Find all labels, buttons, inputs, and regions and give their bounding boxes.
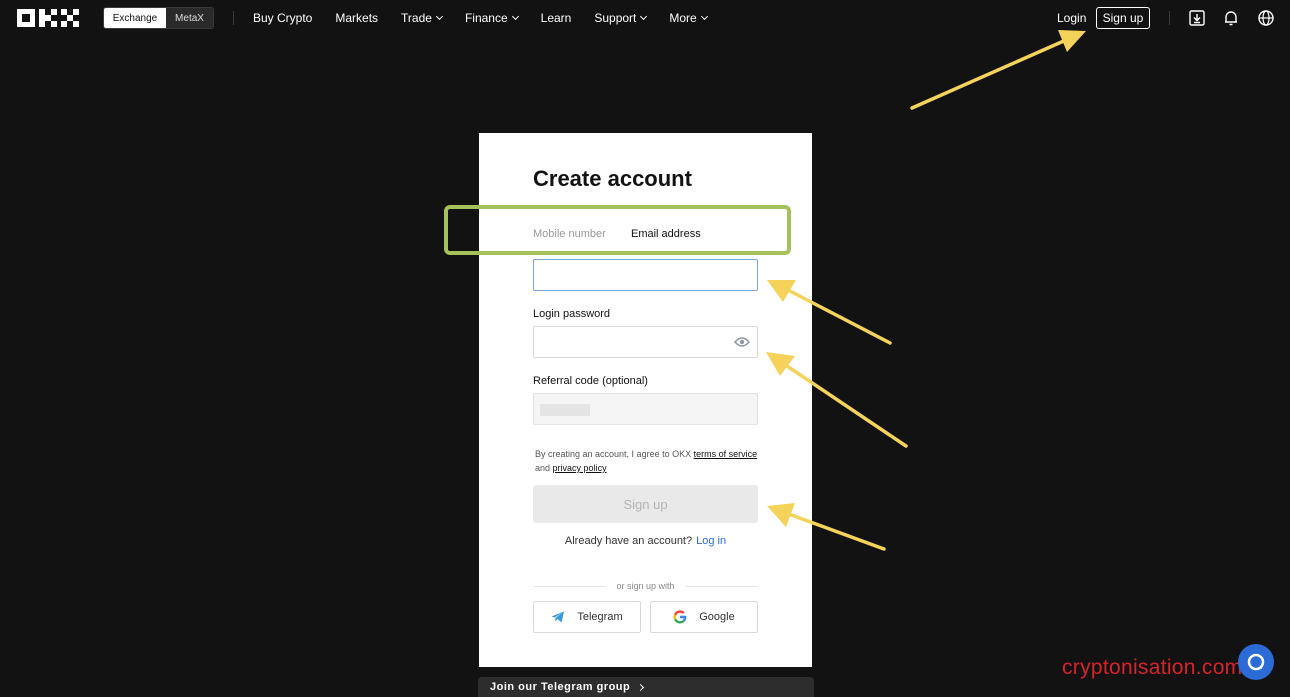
nav-buy-crypto[interactable]: Buy Crypto — [253, 11, 312, 25]
bell-icon[interactable] — [1222, 9, 1240, 27]
already-have-account: Already have an account? Log in — [564, 535, 727, 547]
nav-support[interactable]: Support — [594, 11, 648, 25]
nav-divider — [233, 11, 234, 25]
chevron-right-icon — [637, 683, 645, 691]
download-icon[interactable] — [1188, 9, 1206, 27]
telegram-banner[interactable]: Join our Telegram group — [478, 677, 814, 697]
arrow-to-signup-nav — [910, 30, 1086, 110]
top-nav: Exchange MetaX Buy Crypto Markets Trade … — [0, 0, 1290, 36]
nav-markets[interactable]: Markets — [335, 11, 378, 25]
telegram-icon — [551, 611, 565, 623]
or-sign-up-with: or sign up with — [616, 581, 675, 591]
nav-divider — [1169, 11, 1170, 25]
chat-support-button[interactable] — [1238, 644, 1274, 680]
watermark: cryptonisation.com — [1062, 656, 1243, 679]
email-input[interactable] — [533, 259, 758, 291]
okx-logo[interactable] — [17, 9, 81, 27]
chevron-down-icon — [700, 12, 708, 21]
chevron-down-icon — [511, 12, 519, 21]
nav-learn[interactable]: Learn — [541, 11, 572, 25]
nav-finance[interactable]: Finance — [465, 11, 519, 25]
chat-icon — [1247, 653, 1265, 671]
referral-label: Referral code (optional) — [533, 375, 648, 387]
google-icon — [673, 610, 687, 624]
nav-signup-button[interactable]: Sign up — [1096, 7, 1150, 29]
create-account-card: Create account Mobile number Email addre… — [479, 133, 812, 667]
nav-login-link[interactable]: Login — [1057, 11, 1086, 25]
google-signup-button[interactable]: Google — [650, 601, 758, 633]
password-label: Login password — [533, 308, 611, 320]
nav-more[interactable]: More — [669, 11, 708, 25]
tab-mobile-number[interactable]: Mobile number — [533, 228, 606, 240]
terms-text: By creating an account, I agree to OKX t… — [535, 449, 758, 473]
globe-icon[interactable] — [1257, 9, 1275, 27]
eye-icon[interactable] — [734, 336, 750, 348]
privacy-policy-link[interactable]: privacy policy — [553, 463, 607, 473]
referral-code-input[interactable] — [533, 393, 758, 425]
switch-exchange[interactable]: Exchange — [104, 8, 166, 28]
signup-button[interactable]: Sign up — [533, 485, 758, 523]
blurred-referral-code — [540, 404, 590, 416]
chevron-down-icon — [435, 12, 443, 21]
page-title: Create account — [533, 166, 692, 191]
tab-email-address[interactable]: Email address — [631, 228, 701, 240]
nav-links: Buy Crypto Markets Trade Finance Learn S… — [253, 0, 730, 36]
chevron-down-icon — [640, 12, 648, 21]
terms-of-service-link[interactable]: terms of service — [694, 449, 758, 459]
password-input[interactable] — [533, 326, 758, 358]
nav-trade[interactable]: Trade — [401, 11, 443, 25]
exchange-metax-switch: Exchange MetaX — [103, 7, 214, 29]
login-link[interactable]: Log in — [696, 535, 726, 547]
switch-metax[interactable]: MetaX — [166, 8, 213, 28]
telegram-signup-button[interactable]: Telegram — [533, 601, 641, 633]
